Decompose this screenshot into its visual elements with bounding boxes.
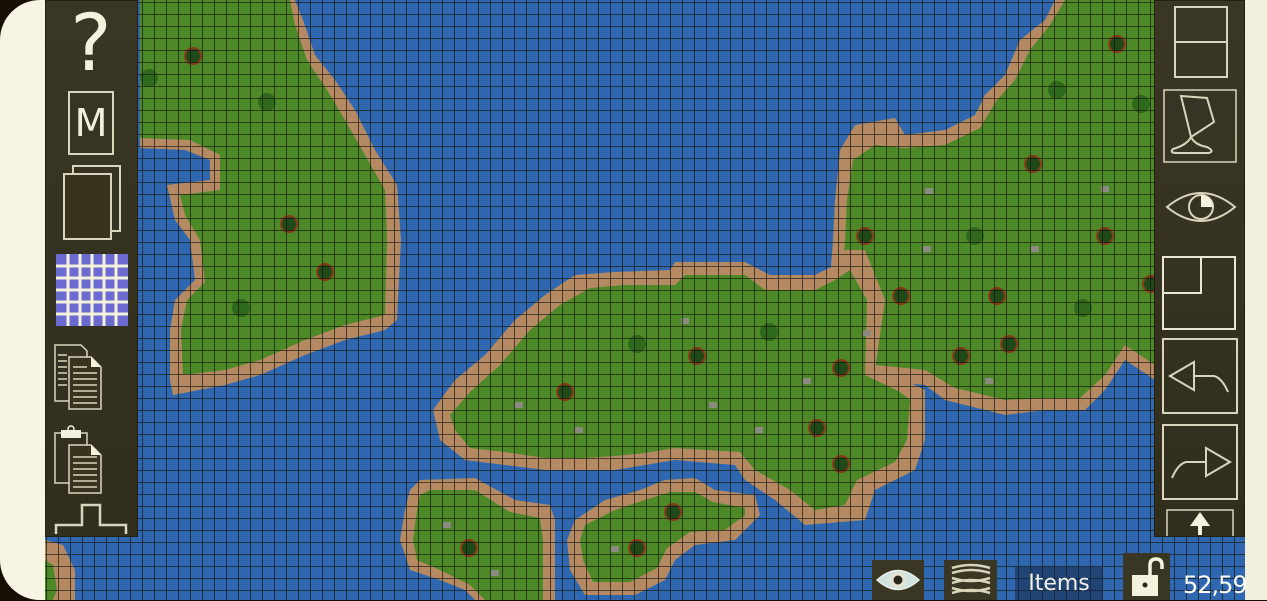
terrain-layer[interactable]: [45, 0, 1245, 600]
left-toolbar: ? M: [45, 0, 138, 537]
map-menu-button[interactable]: M: [66, 89, 116, 157]
layers-stack-icon: [951, 563, 990, 595]
tile-grid: [45, 0, 1245, 600]
cursor-coordinates: 52,59: [1183, 571, 1248, 599]
redo-button[interactable]: [1162, 424, 1238, 500]
layers-button[interactable]: [944, 560, 997, 600]
help-button[interactable]: ?: [65, 4, 117, 84]
copy-documents-icon: [54, 344, 102, 410]
lock-button[interactable]: [1123, 553, 1170, 600]
select-corner-button[interactable]: [1160, 254, 1238, 332]
right-toolbar: [1154, 0, 1245, 537]
pages-button[interactable]: [60, 163, 124, 243]
split-horizontal-icon: [1174, 6, 1228, 78]
grid-toggle-button[interactable]: [56, 253, 128, 326]
raise-step-icon: [54, 503, 128, 534]
copy-button[interactable]: [52, 342, 106, 412]
visibility-button[interactable]: [1164, 186, 1238, 228]
unlocked-padlock-icon: [1131, 556, 1164, 596]
eye-icon: [1165, 192, 1237, 222]
raise-terrain-button[interactable]: [53, 500, 131, 536]
split-horizontal-button[interactable]: [1172, 4, 1230, 80]
clipboard-paste-icon: [54, 425, 102, 494]
grid-icon: [56, 253, 128, 326]
items-button[interactable]: Items: [1015, 567, 1103, 600]
map-canvas[interactable]: [45, 0, 1245, 600]
bucket-icon: [1163, 89, 1237, 163]
up-arrow-icon: [1166, 509, 1234, 536]
m-box-icon: M: [68, 91, 114, 155]
undo-button[interactable]: [1162, 338, 1238, 414]
undo-arrow-icon: [1162, 338, 1238, 414]
view-toggle-button[interactable]: [872, 560, 924, 600]
redo-arrow-icon: [1162, 424, 1238, 500]
paste-button[interactable]: [52, 424, 106, 496]
device-frame-right: [1245, 0, 1267, 600]
fill-bucket-button[interactable]: [1162, 88, 1238, 164]
scroll-up-button[interactable]: [1166, 508, 1234, 536]
map-menu-label: M: [74, 101, 108, 145]
eye-icon: [875, 569, 921, 591]
question-icon: ?: [70, 0, 112, 89]
stacked-pages-icon: [63, 165, 121, 240]
corner-select-icon: [1162, 256, 1236, 330]
